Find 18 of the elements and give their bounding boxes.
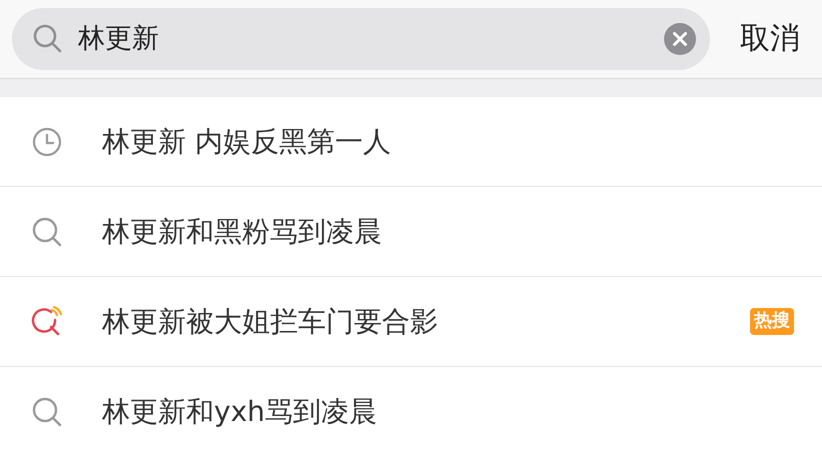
search-icon: [32, 23, 64, 55]
search-input[interactable]: 林更新: [78, 18, 664, 60]
cancel-button[interactable]: 取消: [740, 24, 800, 54]
suggestion-text: 林更新和黑粉骂到凌晨: [102, 214, 383, 250]
clear-icon[interactable]: [664, 23, 696, 55]
hot-badge: 热搜: [750, 308, 794, 335]
search-icon: [32, 216, 62, 246]
clock-icon: [32, 126, 62, 156]
suggestion-text: 林更新和yxh骂到凌晨: [102, 394, 378, 430]
suggestion-item[interactable]: 林更新和黑粉骂到凌晨: [0, 187, 822, 277]
suggestion-item[interactable]: 林更新和yxh骂到凌晨: [0, 367, 822, 456]
suggestion-text: 林更新 内娱反黑第一人: [102, 124, 392, 160]
suggestion-text: 林更新被大姐拦车门要合影: [102, 304, 439, 340]
search-field[interactable]: 林更新: [12, 8, 710, 70]
search-icon: [32, 396, 62, 426]
hot-search-icon: [30, 306, 62, 338]
suggestion-item[interactable]: 林更新被大姐拦车门要合影 热搜: [0, 277, 822, 367]
suggestion-item[interactable]: 林更新 内娱反黑第一人: [0, 97, 822, 187]
